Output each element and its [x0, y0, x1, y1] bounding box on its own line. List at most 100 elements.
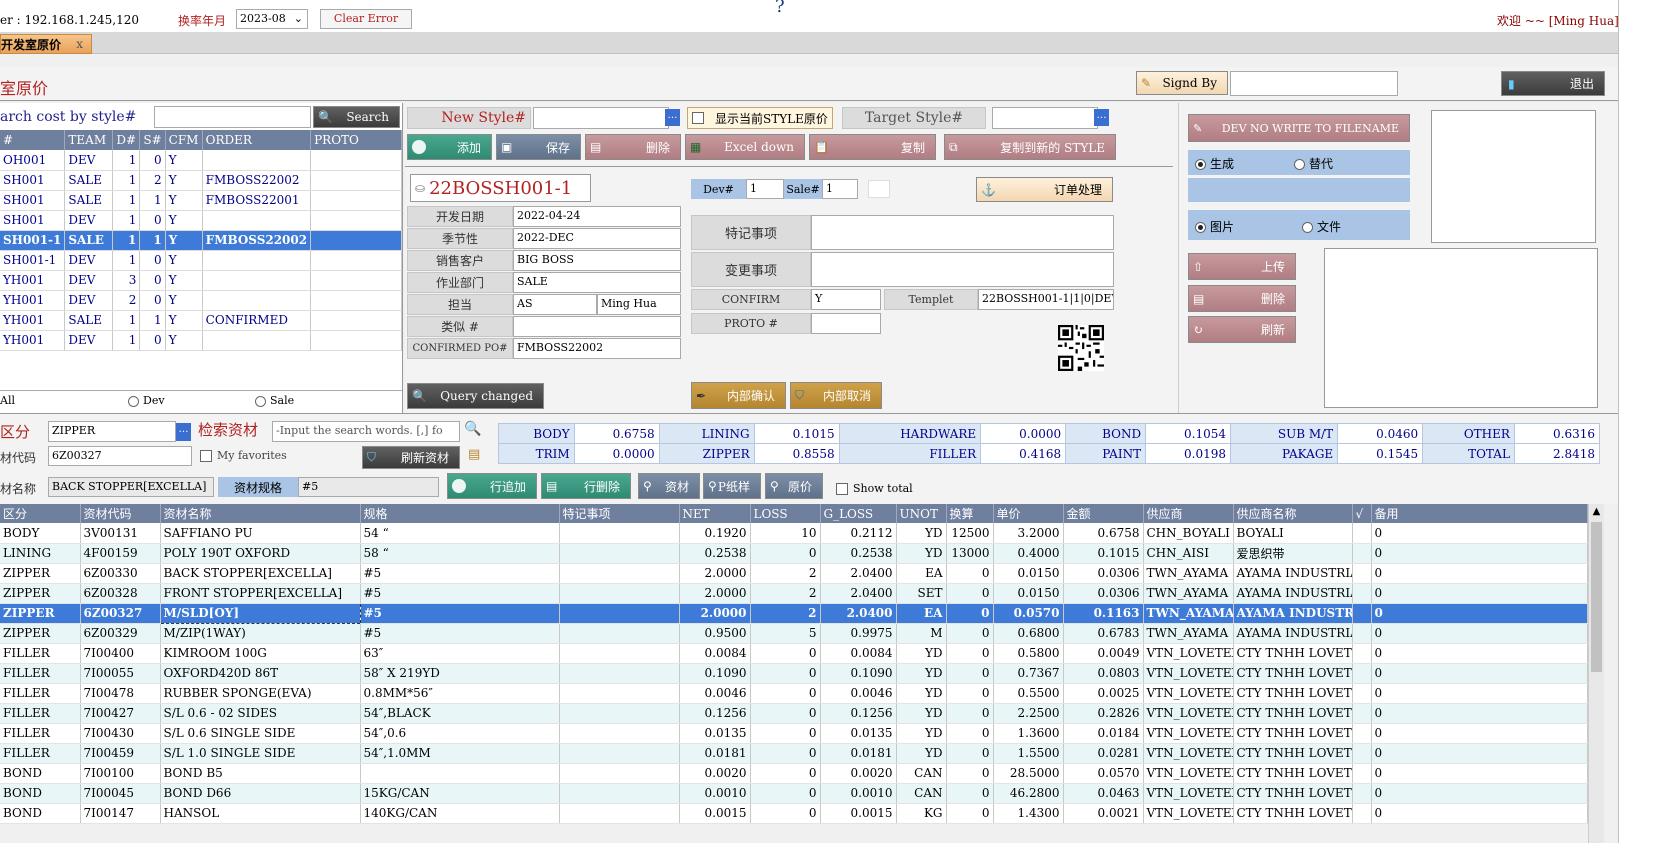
- bom-cell[interactable]: S/L 0.6 - 02 SIDES: [160, 703, 361, 724]
- target-style-input[interactable]: [992, 107, 1098, 129]
- bom-cell[interactable]: 54 “: [360, 523, 560, 544]
- query-changed-button[interactable]: 🔍 Query changed: [407, 383, 544, 409]
- bom-row[interactable]: ZIPPER 6Z00328 FRONT STOPPER[EXCELLA] #5 2.0…: [0, 583, 1588, 604]
- bom-row[interactable]: BOND 7I00100 BOND B5 0.0020 0 0.0020 CAN 0 28.50…: [0, 763, 1588, 784]
- col-order[interactable]: ORDER: [202, 130, 312, 150]
- bom-cell[interactable]: BACK STOPPER[EXCELLA]: [160, 563, 361, 584]
- bom-row[interactable]: ZIPPER 6Z00329 M/ZIP(1WAY) #5 0.9500 5 0.9975 M…: [0, 623, 1588, 644]
- bom-col-gloss[interactable]: G_LOSS: [820, 504, 897, 523]
- close-icon[interactable]: x: [76, 37, 83, 51]
- bom-cell[interactable]: 63″: [360, 643, 560, 664]
- dev-number-input[interactable]: 1: [746, 179, 784, 199]
- radio-file[interactable]: 文件: [1302, 218, 1341, 235]
- scroll-up-icon[interactable]: ▲: [1589, 504, 1604, 520]
- style-row[interactable]: SH001-1 DEV 1 0 Y: [0, 250, 402, 271]
- bom-col-net[interactable]: NET: [679, 504, 751, 523]
- form-field-input[interactable]: FMBOSS22002: [513, 338, 681, 359]
- bom-row[interactable]: LINING 4F00159 POLY 190T OXFORD 58 “0.2538 0…: [0, 543, 1588, 564]
- bom-col-unit-price[interactable]: 单价: [993, 504, 1064, 523]
- internal-confirm-button[interactable]: ✒ 内部确认: [691, 382, 786, 409]
- col-s[interactable]: S#: [139, 130, 166, 150]
- form-field-input[interactable]: [513, 316, 681, 337]
- bom-cell[interactable]: [559, 663, 680, 684]
- bom-row[interactable]: BOND 7I00147 HANSOL 140KG/CAN 0.0015 0 0.0015 K…: [0, 803, 1588, 824]
- show-total-checkbox[interactable]: Show total: [836, 482, 913, 495]
- bom-cell[interactable]: [360, 763, 560, 784]
- form-field-input-secondary[interactable]: Ming Hua: [597, 294, 681, 315]
- bom-cell[interactable]: 54″,BLACK: [360, 703, 560, 724]
- radio-replace[interactable]: 替代: [1294, 155, 1333, 172]
- exit-button[interactable]: ▮ 退出: [1501, 71, 1605, 96]
- bom-cell[interactable]: 0.8MM*56″: [360, 683, 560, 704]
- file-delete-button[interactable]: ▤ 删除: [1188, 285, 1296, 312]
- style-row[interactable]: OH001 DEV 1 0 Y: [0, 150, 402, 171]
- price-button[interactable]: ⚲ 原价: [765, 473, 823, 499]
- bom-scrollbar[interactable]: ▲: [1588, 504, 1604, 843]
- my-favorites-checkbox[interactable]: My favorites: [200, 449, 287, 462]
- form-field-input[interactable]: 2022-04-24: [513, 206, 681, 227]
- bom-cell[interactable]: M/SLD[OY]: [159, 602, 361, 624]
- bom-cell[interactable]: [559, 523, 680, 544]
- bom-cell[interactable]: [559, 783, 680, 804]
- bom-col-conversion[interactable]: 换算: [946, 504, 994, 523]
- templet-input[interactable]: 22BOSSH001-1|1|0|DEV: [978, 289, 1114, 310]
- bom-cell[interactable]: 54″,1.0MM: [360, 743, 560, 764]
- bom-cell[interactable]: FRONT STOPPER[EXCELLA]: [160, 583, 361, 604]
- bom-cell[interactable]: [559, 623, 680, 644]
- material-button[interactable]: ⚲ 资材: [638, 473, 700, 499]
- bom-cell[interactable]: [559, 723, 680, 744]
- bom-col-category[interactable]: 区分: [0, 504, 81, 523]
- bom-cell[interactable]: BOND B5: [160, 763, 361, 784]
- bom-cell[interactable]: 140KG/CAN: [360, 803, 560, 824]
- style-row[interactable]: YH001 DEV 2 0 Y: [0, 290, 402, 311]
- add-button[interactable]: 添加: [407, 134, 492, 160]
- new-style-lookup-button[interactable]: …: [665, 109, 680, 126]
- bom-cell[interactable]: 58 “: [360, 543, 560, 564]
- new-style-input[interactable]: [533, 107, 669, 129]
- bom-cell[interactable]: [559, 703, 680, 724]
- bom-cell[interactable]: #5: [360, 603, 560, 624]
- copy-button[interactable]: 📋 复制: [809, 134, 936, 160]
- bom-cell[interactable]: 58″ X 219YD: [360, 663, 560, 684]
- bom-cell[interactable]: KIMROOM 100G: [160, 643, 361, 664]
- bom-row[interactable]: FILLER 7I00055 OXFORD420D 86T 58″ X 219YD 0.…: [0, 663, 1588, 684]
- confirm-input[interactable]: Y: [811, 289, 881, 310]
- sale-number-input[interactable]: 1: [822, 179, 858, 199]
- col-style[interactable]: #: [0, 130, 66, 150]
- col-cfm[interactable]: CFM: [165, 130, 203, 150]
- excel-down-button[interactable]: ▦ Excel down: [685, 134, 805, 160]
- bom-col-spec[interactable]: 规格: [360, 504, 560, 523]
- signd-by-input[interactable]: [1230, 71, 1398, 96]
- tab-dev-cost[interactable]: 开发室原价 x: [0, 34, 92, 54]
- bom-cell[interactable]: 54″,0.6: [360, 723, 560, 744]
- material-spec-input[interactable]: #5: [298, 477, 439, 497]
- category-lookup-button[interactable]: …: [176, 423, 191, 441]
- order-process-button[interactable]: ⚓ 订单处理: [976, 177, 1113, 202]
- style-row[interactable]: SH001-1 SALE 1 1 Y FMBOSS22002: [0, 230, 402, 251]
- bom-cell[interactable]: [559, 803, 680, 824]
- target-style-lookup-button[interactable]: …: [1094, 109, 1109, 126]
- help-question-mark[interactable]: ?: [775, 0, 785, 17]
- bom-cell[interactable]: [559, 743, 680, 764]
- search-button[interactable]: 🔍 Search: [313, 106, 400, 128]
- bom-cell[interactable]: S/L 1.0 SINGLE SIDE: [160, 743, 361, 764]
- special-notes-textarea[interactable]: [811, 215, 1114, 250]
- bom-row[interactable]: FILLER 7I00459 S/L 1.0 SINGLE SIDE 54″,1.0M…: [0, 743, 1588, 764]
- delete-row-button[interactable]: ▤ 行删除: [541, 473, 631, 499]
- clear-error-button[interactable]: Clear Error: [320, 9, 412, 29]
- pattern-button[interactable]: ⚲ P纸样: [703, 473, 761, 499]
- internal-cancel-button[interactable]: ⛉ 内部取消: [790, 382, 882, 409]
- style-row[interactable]: SH001 SALE 1 1 Y FMBOSS22001: [0, 190, 402, 211]
- bom-cell[interactable]: #5: [360, 583, 560, 604]
- bom-cell[interactable]: [559, 603, 680, 624]
- proto-input[interactable]: [811, 313, 881, 334]
- bom-col-unit[interactable]: UNOT: [896, 504, 947, 523]
- radio-generate[interactable]: 生成: [1195, 155, 1234, 172]
- filter-sale[interactable]: Sale: [255, 394, 294, 407]
- show-current-style-cost-button[interactable]: 显示当前STYLE原价: [687, 107, 833, 129]
- delete-button[interactable]: ▤ 删除: [585, 134, 681, 160]
- filter-dev[interactable]: Dev: [128, 394, 165, 407]
- bom-cell[interactable]: POLY 190T OXFORD: [160, 543, 361, 564]
- copy-to-new-style-button[interactable]: ⧉ 复制到新的 STYLE: [944, 134, 1116, 160]
- material-code-input[interactable]: 6Z00327: [48, 446, 192, 466]
